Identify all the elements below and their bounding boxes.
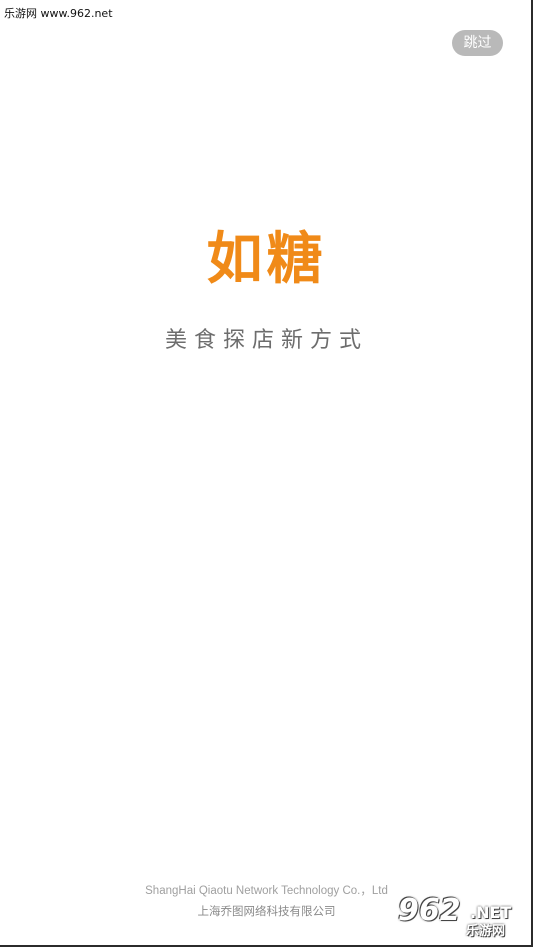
site-watermark-top: 乐游网 www.962.net bbox=[4, 7, 113, 20]
splash-screen: 乐游网 www.962.net 跳过 如糖 美食探店新方式 ShangHai Q… bbox=[0, 0, 533, 947]
app-tagline: 美食探店新方式 bbox=[164, 328, 368, 353]
site-watermark-bottom: 962 .NET 乐游网 bbox=[394, 893, 528, 941]
skip-button[interactable]: 跳过 bbox=[452, 30, 503, 56]
app-logo: 如糖 bbox=[206, 227, 327, 292]
watermark-number: 962 bbox=[398, 893, 461, 928]
watermark-name: 乐游网 bbox=[466, 924, 506, 939]
